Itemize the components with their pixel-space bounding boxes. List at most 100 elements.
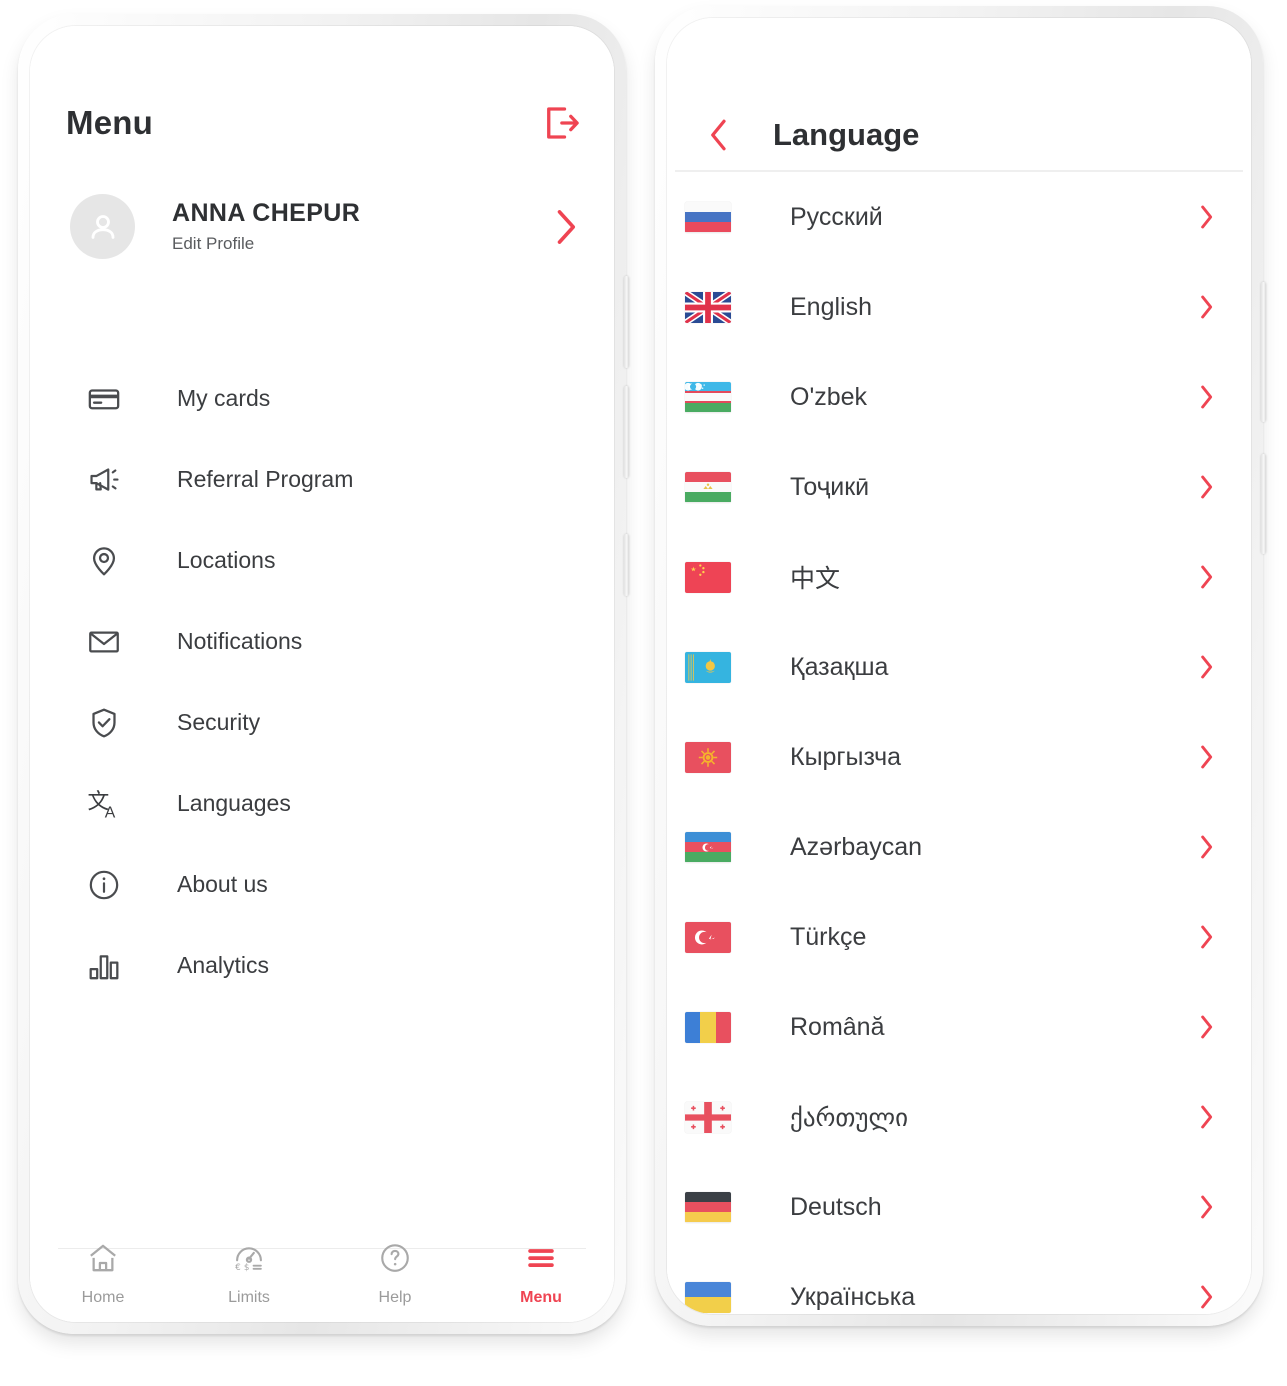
language-item-kk[interactable]: Қазақша — [667, 622, 1251, 712]
avatar — [70, 194, 135, 259]
chevron-right-icon[interactable] — [548, 205, 582, 249]
chevron-right-icon[interactable] — [1195, 741, 1217, 773]
menu-item-about-us[interactable]: About us — [30, 844, 614, 925]
chevron-right-icon[interactable] — [1195, 1191, 1217, 1223]
screenshot-stage: Menu ANNA CHEPUR Edit Profile My cards R… — [0, 0, 1287, 1386]
flag-ro-icon — [685, 1011, 731, 1043]
language-item-tr[interactable]: Türkçe — [667, 892, 1251, 982]
flag-kg-icon — [685, 741, 731, 773]
megaphone-icon — [84, 460, 124, 500]
menu-item-label: Locations — [177, 547, 276, 573]
menu-item-label: About us — [177, 871, 268, 897]
chevron-right-icon[interactable] — [1195, 831, 1217, 863]
flag-cn-icon — [685, 561, 731, 593]
profile-name: ANNA CHEPUR — [172, 199, 361, 227]
language-label: Тоҷикӣ — [790, 472, 870, 501]
chevron-right-icon[interactable] — [1195, 291, 1217, 323]
logout-icon[interactable] — [540, 102, 582, 144]
flag-uz-icon — [685, 381, 731, 413]
chevron-right-icon[interactable] — [1195, 471, 1217, 503]
language-item-en[interactable]: English — [667, 262, 1251, 352]
language-item-de[interactable]: Deutsch — [667, 1162, 1251, 1252]
language-item-uz[interactable]: O'zbek — [667, 352, 1251, 442]
language-screen: Language Русский English O'zbek Тоҷикӣ 中… — [667, 18, 1251, 1314]
tab-home[interactable]: Home — [30, 1238, 176, 1307]
menu-screen: Menu ANNA CHEPUR Edit Profile My cards R… — [30, 26, 614, 1322]
language-label: Azərbaycan — [790, 832, 923, 861]
language-label: O'zbek — [790, 382, 868, 411]
chevron-left-icon[interactable] — [693, 115, 745, 155]
flag-ru-icon — [685, 201, 731, 233]
flag-gb-icon — [685, 291, 731, 323]
envelope-icon — [84, 622, 124, 662]
chevron-right-icon[interactable] — [1195, 561, 1217, 593]
tab-menu[interactable]: Menu — [468, 1238, 614, 1307]
language-item-zh[interactable]: 中文 — [667, 532, 1251, 622]
bottom-tab-bar: Home € $ Limits Help Menu — [30, 1226, 614, 1322]
hamburger-icon — [523, 1238, 559, 1278]
language-label: Українська — [790, 1282, 916, 1311]
profile-text: ANNA CHEPUR Edit Profile — [172, 199, 548, 254]
chevron-right-icon[interactable] — [1195, 201, 1217, 233]
edit-profile-label[interactable]: Edit Profile — [172, 234, 548, 254]
svg-text:€: € — [235, 1263, 241, 1273]
profile-row[interactable]: ANNA CHEPUR Edit Profile — [70, 194, 590, 259]
language-label: Deutsch — [790, 1192, 882, 1221]
translate-icon: 文 A — [84, 784, 124, 824]
menu-item-security[interactable]: Security — [30, 682, 614, 763]
flag-kz-icon — [685, 651, 731, 683]
tab-help[interactable]: Help — [322, 1238, 468, 1307]
language-item-ro[interactable]: Română — [667, 982, 1251, 1072]
phone-screen-menu: Menu ANNA CHEPUR Edit Profile My cards R… — [30, 26, 614, 1322]
svg-text:$: $ — [244, 1263, 250, 1273]
tab-label: Limits — [228, 1289, 270, 1306]
flag-ua-icon — [685, 1281, 731, 1313]
map-pin-icon — [84, 541, 124, 581]
language-item-tg[interactable]: Тоҷикӣ — [667, 442, 1251, 532]
phone-side-button-volume-down[interactable] — [624, 386, 629, 478]
phone-device-language: Language Русский English O'zbek Тоҷикӣ 中… — [655, 6, 1266, 1326]
menu-item-label: Analytics — [177, 952, 270, 978]
flag-ge-icon — [685, 1101, 731, 1133]
menu-header: Menu — [66, 102, 582, 144]
credit-card-icon — [84, 379, 124, 419]
shield-check-icon — [84, 703, 124, 743]
phone-device-menu: Menu ANNA CHEPUR Edit Profile My cards R… — [18, 14, 629, 1334]
chevron-right-icon[interactable] — [1195, 921, 1217, 953]
home-icon — [86, 1238, 120, 1278]
flag-tj-icon — [685, 471, 731, 503]
language-label: 中文 — [790, 564, 841, 593]
chevron-right-icon[interactable] — [1195, 651, 1217, 683]
flag-de-icon — [685, 1191, 731, 1223]
language-item-az[interactable]: Azərbaycan — [667, 802, 1251, 892]
menu-item-label: Notifications — [177, 628, 303, 654]
menu-item-referral-program[interactable]: Referral Program — [30, 439, 614, 520]
menu-item-my-cards[interactable]: My cards — [30, 358, 614, 439]
question-circle-icon — [378, 1238, 412, 1278]
chevron-right-icon[interactable] — [1195, 1011, 1217, 1043]
menu-item-locations[interactable]: Locations — [30, 520, 614, 601]
language-item-uk[interactable]: Українська — [667, 1252, 1251, 1314]
chevron-right-icon[interactable] — [1195, 1101, 1217, 1133]
menu-item-label: Languages — [177, 790, 291, 816]
phone-side-button-volume-down[interactable] — [1261, 454, 1266, 554]
language-label: ქართული — [790, 1102, 909, 1132]
tab-label: Menu — [520, 1289, 562, 1306]
chevron-right-icon[interactable] — [1195, 381, 1217, 413]
menu-item-languages[interactable]: 文 A Languages — [30, 763, 614, 844]
tab-limits[interactable]: € $ Limits — [176, 1238, 322, 1307]
bar-chart-icon — [84, 946, 124, 986]
language-label: English — [790, 292, 872, 321]
menu-item-notifications[interactable]: Notifications — [30, 601, 614, 682]
language-item-ka[interactable]: ქართული — [667, 1072, 1251, 1162]
phone-side-button-volume-up[interactable] — [1261, 282, 1266, 422]
phone-side-button-power[interactable] — [624, 534, 629, 596]
menu-list: My cards Referral Program Locations Noti… — [30, 358, 614, 1006]
language-item-ru[interactable]: Русский — [667, 172, 1251, 262]
menu-item-analytics[interactable]: Analytics — [30, 925, 614, 1006]
page-title: Language — [773, 117, 920, 152]
speedometer-icon: € $ — [232, 1238, 266, 1278]
chevron-right-icon[interactable] — [1195, 1281, 1217, 1313]
phone-side-button-volume-up[interactable] — [624, 276, 629, 368]
language-item-ky[interactable]: Кыргызча — [667, 712, 1251, 802]
